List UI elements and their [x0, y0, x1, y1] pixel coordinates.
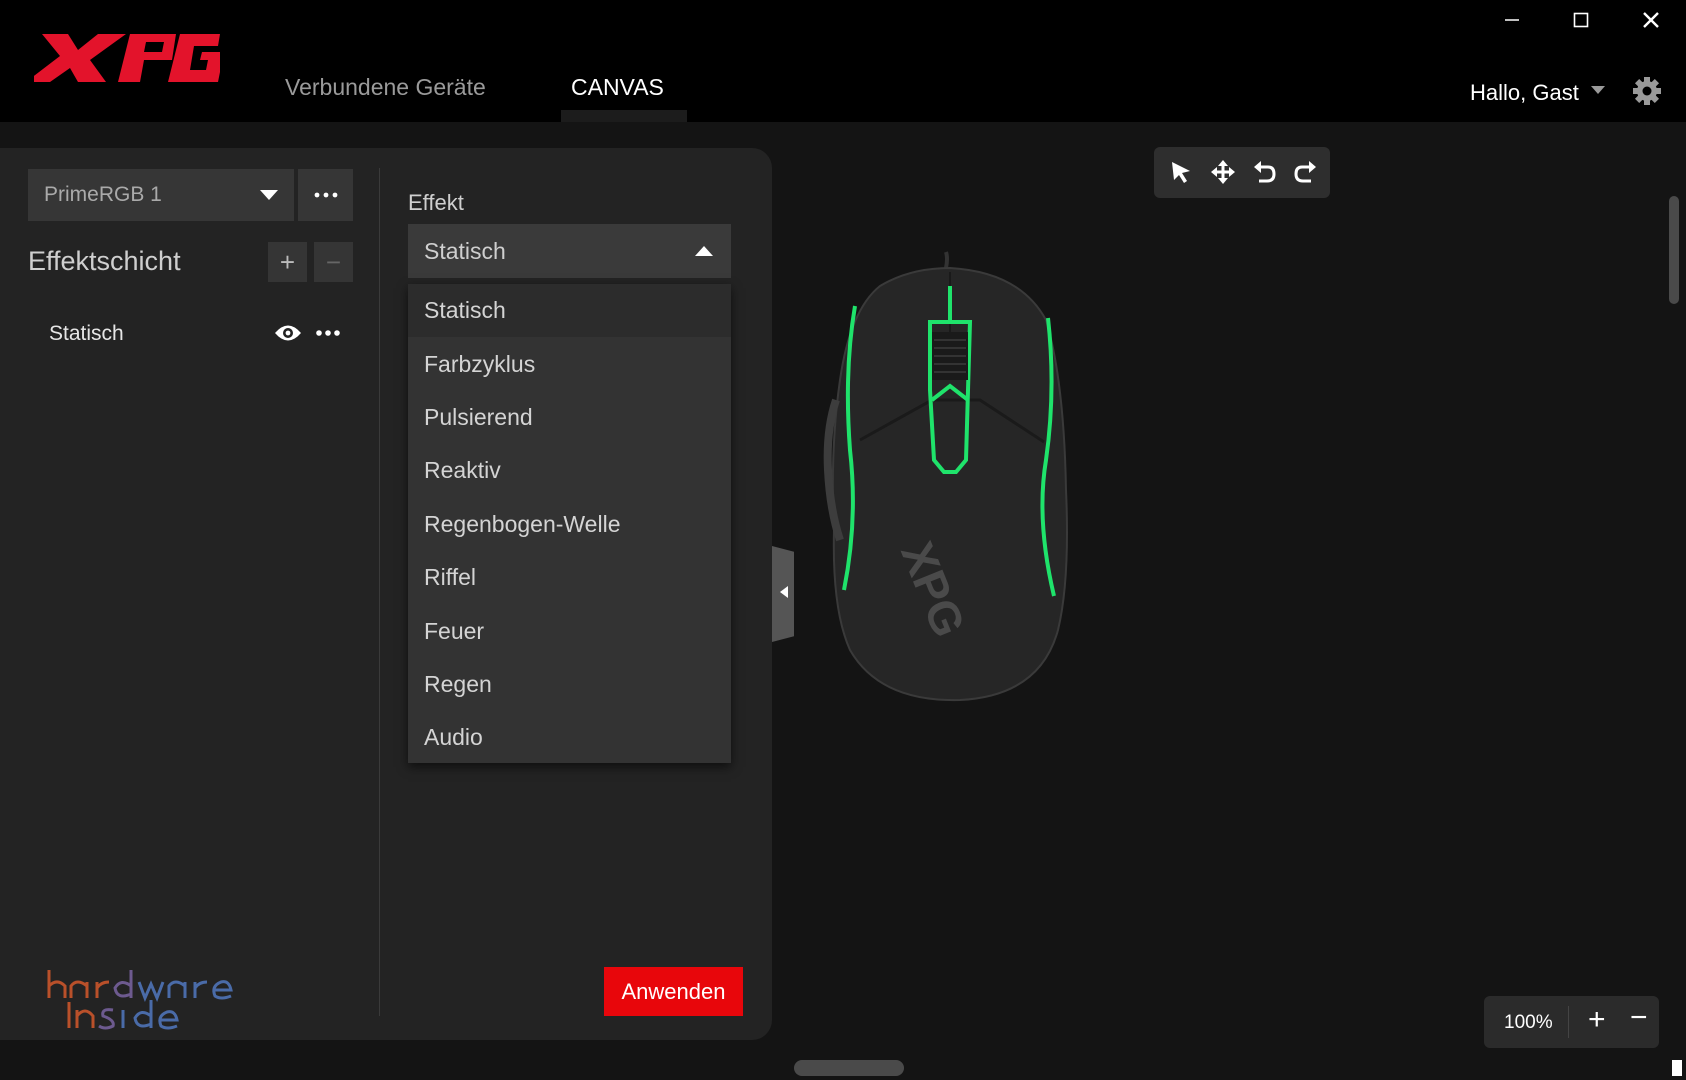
caret-up-icon	[695, 246, 713, 256]
title-bar: Verbundene Geräte CANVAS Hallo, Gast	[0, 0, 1686, 122]
zoom-control: 100% + −	[1484, 996, 1659, 1048]
effect-option-pulsierend[interactable]: Pulsierend	[408, 391, 731, 444]
remove-layer-button[interactable]: −	[314, 242, 353, 282]
more-icon	[314, 192, 337, 198]
undo-icon[interactable]	[1252, 159, 1278, 185]
device-more-button[interactable]	[298, 169, 353, 221]
effect-option-statisch[interactable]: Statisch	[408, 284, 731, 338]
resize-grip[interactable]	[1672, 1060, 1682, 1076]
pointer-icon[interactable]	[1168, 159, 1194, 185]
maximize-button[interactable]	[1561, 4, 1601, 36]
effect-option-audio[interactable]: Audio	[408, 711, 731, 764]
redo-icon[interactable]	[1292, 159, 1318, 185]
effect-option-regenbogen-welle[interactable]: Regenbogen-Welle	[408, 498, 731, 551]
chevron-left-icon	[780, 586, 788, 598]
device-select[interactable]: PrimeRGB 1	[28, 169, 294, 221]
layer-item[interactable]: Statisch	[49, 322, 124, 346]
effect-option-farbzyklus[interactable]: Farbzyklus	[408, 337, 731, 390]
apply-button[interactable]: Anwenden	[604, 967, 743, 1016]
add-layer-button[interactable]: +	[268, 242, 307, 282]
effect-label: Effekt	[408, 190, 464, 215]
chevron-down-icon[interactable]	[1591, 86, 1605, 96]
mouse-preview: XPG	[823, 251, 1068, 702]
caret-down-icon	[260, 190, 278, 200]
effect-select[interactable]: Statisch	[408, 224, 731, 278]
zoom-level: 100%	[1504, 1012, 1553, 1033]
close-icon	[1643, 12, 1659, 28]
canvas-toolbar	[1154, 147, 1330, 198]
layer-more-icon[interactable]	[316, 330, 340, 336]
gear-icon[interactable]	[1632, 76, 1662, 106]
maximize-icon	[1573, 12, 1589, 28]
effect-option-regen[interactable]: Regen	[408, 658, 731, 711]
close-button[interactable]	[1631, 4, 1671, 36]
device-select-value: PrimeRGB 1	[44, 183, 162, 206]
tab-canvas[interactable]: CANVAS	[571, 74, 664, 101]
tab-connected-devices[interactable]: Verbundene Geräte	[285, 74, 486, 101]
eye-icon[interactable]	[274, 324, 302, 342]
effect-option-reaktiv[interactable]: Reaktiv	[408, 444, 731, 497]
zoom-out-button[interactable]: −	[1630, 1001, 1648, 1035]
minimize-button[interactable]	[1492, 4, 1532, 36]
effect-dropdown-menu: Statisch Farbzyklus Pulsierend Reaktiv R…	[408, 284, 731, 763]
effect-option-riffel[interactable]: Riffel	[408, 551, 731, 604]
panel-divider	[379, 168, 380, 1016]
xpg-logo	[34, 34, 220, 82]
hardware-inside-watermark	[47, 970, 233, 1030]
effect-select-value: Statisch	[424, 237, 506, 264]
user-greeting[interactable]: Hallo, Gast	[1470, 80, 1579, 106]
zoom-separator	[1568, 1006, 1569, 1038]
vertical-scrollbar[interactable]	[1669, 196, 1679, 304]
effect-option-feuer[interactable]: Feuer	[408, 604, 731, 657]
effect-panel: PrimeRGB 1 Effektschicht + − Statisch Ef…	[0, 148, 772, 1040]
effect-layer-title: Effektschicht	[28, 246, 181, 276]
minimize-icon	[1505, 19, 1519, 21]
move-icon[interactable]	[1210, 159, 1236, 185]
zoom-in-button[interactable]: +	[1588, 1003, 1606, 1037]
horizontal-scrollbar[interactable]	[794, 1060, 904, 1076]
active-tab-indicator	[561, 110, 687, 122]
